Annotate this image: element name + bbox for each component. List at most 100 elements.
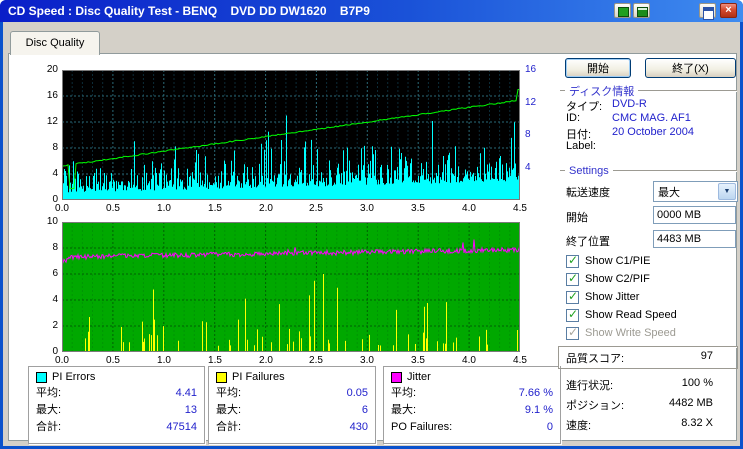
jitter-stats-title: Jitter — [407, 371, 431, 383]
check-icon: ✓ — [568, 306, 579, 321]
axis-tick-label: 1.0 — [157, 203, 171, 214]
stat-value: 430 — [349, 421, 368, 433]
axis-tick-label: 1.5 — [208, 203, 222, 214]
axis-tick-label: 8 — [52, 142, 58, 153]
window-icon — [703, 7, 714, 20]
checkbox-show-c2-pif[interactable]: ✓ Show C2/PIF — [566, 270, 650, 286]
progress-label: 進行状況: — [566, 380, 614, 392]
axis-tick-label: 3.0 — [360, 203, 374, 214]
axis-tick-label: 2 — [52, 320, 58, 331]
checkbox-label: Show Write Speed — [585, 327, 676, 339]
axis-tick-label: 2.0 — [259, 355, 273, 366]
chevron-down-icon[interactable]: ▼ — [718, 183, 736, 200]
axis-tick-label: 6 — [52, 268, 58, 279]
check-icon: ✓ — [568, 288, 579, 303]
checkbox-box[interactable]: ✓ — [566, 270, 579, 286]
checkbox-label: Show C1/PIE — [585, 255, 651, 267]
axis-tick-label: 3.5 — [411, 355, 425, 366]
axis-tick-label: 4.5 — [513, 355, 527, 366]
checkbox-box[interactable]: ✓ — [566, 252, 579, 268]
window-button[interactable] — [699, 3, 716, 20]
quality-score-value: 97 — [700, 350, 713, 362]
disc-type-value: DVD-R — [612, 98, 647, 110]
tab-disc-quality[interactable]: Disc Quality — [10, 31, 100, 55]
window-title: CD Speed : Disc Quality Test - BENQ DVD … — [8, 4, 370, 18]
copy-chart-button[interactable] — [614, 3, 631, 18]
axis-tick-label: 0.5 — [106, 355, 120, 366]
start-button[interactable]: 開始 — [565, 58, 631, 78]
stat-label: PO Failures: — [391, 421, 453, 433]
jitter-stats: Jitter 平均: 7.66 % 最大: 9.1 % PO Failures: 0 — [383, 366, 561, 444]
stat-label: 最大: — [391, 404, 417, 416]
pi-failures-stats: PI Failures 平均: 0.05 最大: 6 合計: 430 — [208, 366, 376, 444]
axis-tick-label: 8 — [52, 242, 58, 253]
stat-label: 平均: — [36, 387, 62, 399]
axis-tick-label: 4 — [52, 168, 58, 179]
checkbox-box[interactable]: ✓ — [566, 288, 579, 304]
jitter-swatch-icon — [391, 371, 402, 383]
axis-tick-label: 20 — [46, 64, 58, 75]
titlebar: CD Speed : Disc Quality Test - BENQ DVD … — [0, 0, 743, 22]
axis-tick-label: 4.0 — [462, 355, 476, 366]
progress-value: 100 % — [681, 377, 713, 389]
jitter-chart-svg — [62, 222, 520, 352]
checkbox-show-jitter[interactable]: ✓ Show Jitter — [566, 288, 640, 304]
chart-icon — [618, 7, 629, 17]
pi-failures-stats-title: PI Failures — [232, 371, 285, 383]
stat-label: 平均: — [216, 387, 242, 399]
stat-label: 合計: — [36, 421, 62, 433]
exit-button[interactable]: 終了(X) — [645, 58, 736, 78]
end-position-input[interactable] — [653, 230, 736, 248]
check-icon: ✓ — [568, 252, 579, 267]
start-position-label: 開始 — [566, 212, 588, 224]
checkbox-label: Show Jitter — [585, 291, 640, 303]
axis-tick-label: 10 — [46, 216, 58, 227]
stat-value: 0 — [546, 421, 553, 433]
quality-score-label: 品質スコア: — [566, 353, 625, 365]
disc-id-value: CMC MAG. AF1 — [612, 112, 691, 124]
checkbox-box[interactable]: ✓ — [566, 306, 579, 322]
save-chart-button[interactable] — [633, 3, 650, 18]
quality-score-panel: 品質スコア: 97 — [558, 346, 738, 369]
transfer-speed-value: 最大 — [658, 187, 680, 199]
axis-tick-label: 8 — [525, 129, 531, 140]
disc-info-group-header: ディスク情報 — [560, 83, 737, 99]
axis-tick-label: 4 — [52, 294, 58, 305]
transfer-speed-label: 転送速度 — [566, 187, 610, 199]
checkbox-show-c1-pie[interactable]: ✓ Show C1/PIE — [566, 252, 651, 268]
checkbox-label: Show C2/PIF — [585, 273, 650, 285]
position-value: 4482 MB — [668, 397, 713, 409]
stat-label: 合計: — [216, 421, 242, 433]
jitter-left-axis: 10 8 6 4 2 0 — [32, 216, 58, 357]
settings-group-header: Settings — [560, 165, 737, 177]
axis-tick-label: 12 — [525, 97, 537, 108]
stat-value: 4.41 — [175, 387, 197, 399]
axis-tick-label: 4.0 — [462, 203, 476, 214]
check-icon: ✓ — [568, 270, 579, 285]
axis-tick-label: 0.0 — [55, 203, 69, 214]
read-speed-right-axis: 16 12 8 4 — [525, 64, 551, 202]
check-icon: ✓ — [568, 324, 579, 339]
disc-date-value: 20 October 2004 — [612, 126, 694, 138]
checkbox-label: Show Read Speed — [585, 309, 677, 321]
axis-tick-label: 0.5 — [106, 203, 120, 214]
stat-value: 7.66 % — [518, 387, 553, 399]
axis-tick-label: 3.0 — [360, 355, 374, 366]
pi-errors-x-axis: 0.0 0.5 1.0 1.5 2.0 2.5 3.0 3.5 4.0 4.5 — [55, 203, 534, 215]
axis-tick-label: 4.5 — [513, 203, 527, 214]
close-button[interactable]: × — [720, 3, 737, 18]
end-position-label: 終了位置 — [566, 236, 610, 248]
stat-value: 0.05 — [346, 387, 368, 399]
checkbox-show-read-speed[interactable]: ✓ Show Read Speed — [566, 306, 677, 322]
disc-info-group-label: ディスク情報 — [569, 86, 635, 98]
disc-id-label: ID: — [566, 112, 581, 124]
pi-errors-swatch-icon — [36, 371, 47, 383]
pi-errors-stats-title: PI Errors — [52, 371, 96, 383]
start-position-input[interactable] — [653, 206, 736, 224]
transfer-speed-select[interactable]: 最大 ▼ — [653, 181, 738, 202]
checkbox-box[interactable]: ✓ — [566, 324, 579, 340]
axis-tick-label: 4 — [525, 162, 531, 173]
pi-errors-chart — [62, 70, 520, 200]
save-icon — [637, 7, 648, 17]
checkbox-show-write-speed[interactable]: ✓ Show Write Speed — [566, 324, 676, 340]
